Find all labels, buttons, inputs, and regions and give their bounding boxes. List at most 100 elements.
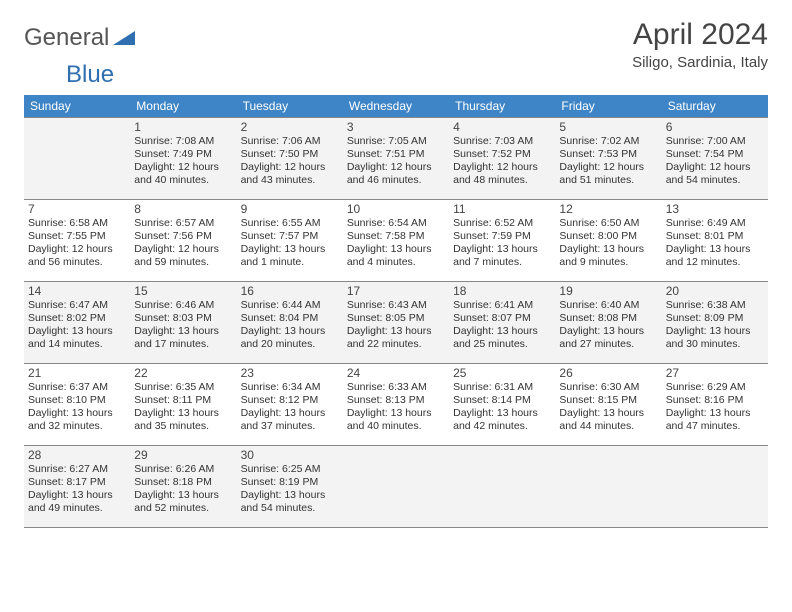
daylight-text: Daylight: 13 hours and 20 minutes. — [241, 325, 339, 351]
sunrise-text: Sunrise: 6:34 AM — [241, 381, 339, 394]
daylight-text: Daylight: 13 hours and 37 minutes. — [241, 407, 339, 433]
sunset-text: Sunset: 7:56 PM — [134, 230, 232, 243]
daylight-text: Daylight: 13 hours and 52 minutes. — [134, 489, 232, 515]
sunset-text: Sunset: 7:52 PM — [453, 148, 551, 161]
calendar-cell: 24Sunrise: 6:33 AMSunset: 8:13 PMDayligh… — [343, 364, 449, 446]
daylight-text: Daylight: 13 hours and 4 minutes. — [347, 243, 445, 269]
calendar-cell: 16Sunrise: 6:44 AMSunset: 8:04 PMDayligh… — [237, 282, 343, 364]
day-number: 2 — [241, 120, 339, 134]
day-info: Sunrise: 6:46 AMSunset: 8:03 PMDaylight:… — [134, 299, 232, 352]
day-info: Sunrise: 7:02 AMSunset: 7:53 PMDaylight:… — [559, 135, 657, 188]
calendar-cell: 6Sunrise: 7:00 AMSunset: 7:54 PMDaylight… — [662, 118, 768, 200]
day-number: 12 — [559, 202, 657, 216]
sunrise-text: Sunrise: 6:40 AM — [559, 299, 657, 312]
sunrise-text: Sunrise: 7:00 AM — [666, 135, 764, 148]
calendar-cell: 28Sunrise: 6:27 AMSunset: 8:17 PMDayligh… — [24, 446, 130, 528]
day-number: 15 — [134, 284, 232, 298]
sunset-text: Sunset: 8:00 PM — [559, 230, 657, 243]
day-number: 5 — [559, 120, 657, 134]
day-number: 23 — [241, 366, 339, 380]
sunset-text: Sunset: 8:17 PM — [28, 476, 126, 489]
sunset-text: Sunset: 7:50 PM — [241, 148, 339, 161]
sunset-text: Sunset: 8:09 PM — [666, 312, 764, 325]
daylight-text: Daylight: 13 hours and 32 minutes. — [28, 407, 126, 433]
logo: General — [24, 18, 137, 52]
daylight-text: Daylight: 13 hours and 12 minutes. — [666, 243, 764, 269]
calendar-cell: 3Sunrise: 7:05 AMSunset: 7:51 PMDaylight… — [343, 118, 449, 200]
sunset-text: Sunset: 8:02 PM — [28, 312, 126, 325]
sunset-text: Sunset: 8:04 PM — [241, 312, 339, 325]
day-number: 18 — [453, 284, 551, 298]
day-number: 8 — [134, 202, 232, 216]
day-number: 9 — [241, 202, 339, 216]
logo-text-general: General — [24, 24, 109, 52]
sunrise-text: Sunrise: 6:49 AM — [666, 217, 764, 230]
sunrise-text: Sunrise: 6:57 AM — [134, 217, 232, 230]
calendar-cell: 29Sunrise: 6:26 AMSunset: 8:18 PMDayligh… — [130, 446, 236, 528]
page: General April 2024 Siligo, Sardinia, Ita… — [0, 0, 792, 546]
day-info: Sunrise: 6:25 AMSunset: 8:19 PMDaylight:… — [241, 463, 339, 516]
day-info: Sunrise: 6:37 AMSunset: 8:10 PMDaylight:… — [28, 381, 126, 434]
calendar-cell: 10Sunrise: 6:54 AMSunset: 7:58 PMDayligh… — [343, 200, 449, 282]
calendar-cell: 13Sunrise: 6:49 AMSunset: 8:01 PMDayligh… — [662, 200, 768, 282]
day-info: Sunrise: 6:34 AMSunset: 8:12 PMDaylight:… — [241, 381, 339, 434]
daylight-text: Daylight: 13 hours and 1 minute. — [241, 243, 339, 269]
calendar-cell: 8Sunrise: 6:57 AMSunset: 7:56 PMDaylight… — [130, 200, 236, 282]
day-number: 11 — [453, 202, 551, 216]
sunset-text: Sunset: 7:53 PM — [559, 148, 657, 161]
sunrise-text: Sunrise: 7:06 AM — [241, 135, 339, 148]
daylight-text: Daylight: 13 hours and 49 minutes. — [28, 489, 126, 515]
calendar-row: 7Sunrise: 6:58 AMSunset: 7:55 PMDaylight… — [24, 200, 768, 282]
calendar-row: 28Sunrise: 6:27 AMSunset: 8:17 PMDayligh… — [24, 446, 768, 528]
day-number: 7 — [28, 202, 126, 216]
sunrise-text: Sunrise: 6:27 AM — [28, 463, 126, 476]
weekday-header: Sunday — [24, 95, 130, 118]
sunrise-text: Sunrise: 6:50 AM — [559, 217, 657, 230]
sunset-text: Sunset: 8:03 PM — [134, 312, 232, 325]
daylight-text: Daylight: 12 hours and 51 minutes. — [559, 161, 657, 187]
calendar-cell: 7Sunrise: 6:58 AMSunset: 7:55 PMDaylight… — [24, 200, 130, 282]
sunset-text: Sunset: 7:59 PM — [453, 230, 551, 243]
logo-triangle-icon — [113, 27, 135, 50]
weekday-header: Saturday — [662, 95, 768, 118]
calendar-cell: 23Sunrise: 6:34 AMSunset: 8:12 PMDayligh… — [237, 364, 343, 446]
sunrise-text: Sunrise: 6:47 AM — [28, 299, 126, 312]
day-number: 3 — [347, 120, 445, 134]
day-info: Sunrise: 6:49 AMSunset: 8:01 PMDaylight:… — [666, 217, 764, 270]
sunrise-text: Sunrise: 6:29 AM — [666, 381, 764, 394]
day-number: 17 — [347, 284, 445, 298]
daylight-text: Daylight: 13 hours and 25 minutes. — [453, 325, 551, 351]
day-number: 19 — [559, 284, 657, 298]
calendar-cell: 19Sunrise: 6:40 AMSunset: 8:08 PMDayligh… — [555, 282, 661, 364]
weekday-header: Wednesday — [343, 95, 449, 118]
logo-blue-row: Blue — [24, 61, 768, 89]
day-info: Sunrise: 6:30 AMSunset: 8:15 PMDaylight:… — [559, 381, 657, 434]
sunset-text: Sunset: 7:51 PM — [347, 148, 445, 161]
calendar-cell: 20Sunrise: 6:38 AMSunset: 8:09 PMDayligh… — [662, 282, 768, 364]
day-info: Sunrise: 6:38 AMSunset: 8:09 PMDaylight:… — [666, 299, 764, 352]
day-number: 14 — [28, 284, 126, 298]
day-number: 24 — [347, 366, 445, 380]
daylight-text: Daylight: 13 hours and 42 minutes. — [453, 407, 551, 433]
day-info: Sunrise: 6:50 AMSunset: 8:00 PMDaylight:… — [559, 217, 657, 270]
sunset-text: Sunset: 7:54 PM — [666, 148, 764, 161]
calendar-cell — [343, 446, 449, 528]
sunrise-text: Sunrise: 6:35 AM — [134, 381, 232, 394]
logo-text-blue: Blue — [66, 61, 114, 88]
sunrise-text: Sunrise: 6:30 AM — [559, 381, 657, 394]
sunset-text: Sunset: 7:57 PM — [241, 230, 339, 243]
sunset-text: Sunset: 8:15 PM — [559, 394, 657, 407]
day-info: Sunrise: 6:57 AMSunset: 7:56 PMDaylight:… — [134, 217, 232, 270]
sunrise-text: Sunrise: 6:31 AM — [453, 381, 551, 394]
day-number: 13 — [666, 202, 764, 216]
sunset-text: Sunset: 8:12 PM — [241, 394, 339, 407]
daylight-text: Daylight: 13 hours and 9 minutes. — [559, 243, 657, 269]
daylight-text: Daylight: 13 hours and 35 minutes. — [134, 407, 232, 433]
sunrise-text: Sunrise: 6:58 AM — [28, 217, 126, 230]
sunset-text: Sunset: 7:49 PM — [134, 148, 232, 161]
day-number: 27 — [666, 366, 764, 380]
daylight-text: Daylight: 13 hours and 27 minutes. — [559, 325, 657, 351]
daylight-text: Daylight: 13 hours and 7 minutes. — [453, 243, 551, 269]
day-info: Sunrise: 7:05 AMSunset: 7:51 PMDaylight:… — [347, 135, 445, 188]
day-info: Sunrise: 6:55 AMSunset: 7:57 PMDaylight:… — [241, 217, 339, 270]
